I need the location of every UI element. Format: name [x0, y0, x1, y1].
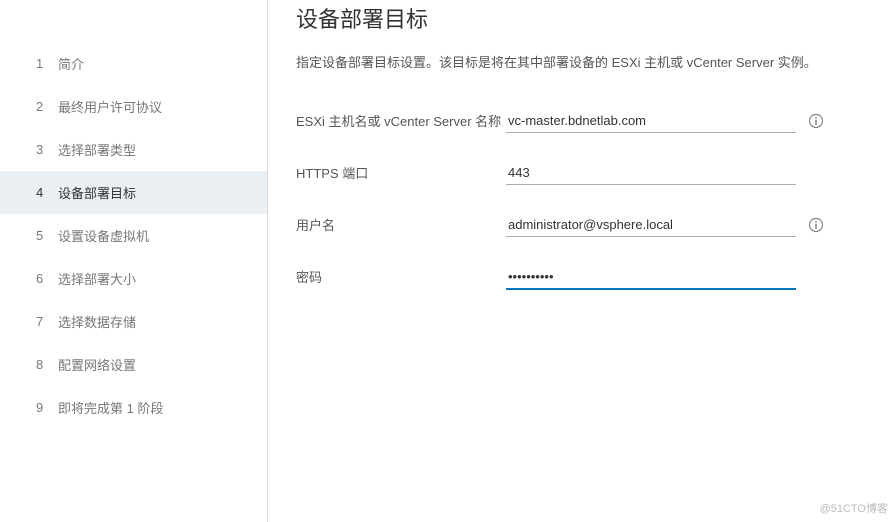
step-num: 5 [36, 228, 58, 243]
step-3[interactable]: 3 选择部署类型 [0, 128, 267, 171]
wizard-container: 1 简介 2 最终用户许可协议 3 选择部署类型 4 设备部署目标 5 设置设备… [0, 0, 894, 522]
step-7[interactable]: 7 选择数据存储 [0, 300, 267, 343]
step-1[interactable]: 1 简介 [0, 42, 267, 85]
step-4[interactable]: 4 设备部署目标 [0, 171, 267, 214]
step-num: 4 [36, 185, 58, 200]
step-label: 选择部署大小 [58, 269, 136, 288]
step-num: 1 [36, 56, 58, 71]
password-input[interactable] [506, 265, 796, 290]
step-9[interactable]: 9 即将完成第 1 阶段 [0, 386, 267, 429]
step-label: 简介 [58, 54, 84, 73]
info-icon[interactable] [808, 113, 824, 129]
step-num: 9 [36, 400, 58, 415]
step-label: 选择部署类型 [58, 140, 136, 159]
host-label: ESXi 主机名或 vCenter Server 名称 [296, 109, 506, 132]
step-num: 3 [36, 142, 58, 157]
step-num: 8 [36, 357, 58, 372]
wizard-sidebar: 1 简介 2 最终用户许可协议 3 选择部署类型 4 设备部署目标 5 设置设备… [0, 0, 268, 522]
step-8[interactable]: 8 配置网络设置 [0, 343, 267, 386]
password-label: 密码 [296, 265, 506, 288]
step-5[interactable]: 5 设置设备虚拟机 [0, 214, 267, 257]
step-label: 最终用户许可协议 [58, 97, 162, 116]
user-label: 用户名 [296, 213, 506, 236]
row-user: 用户名 [296, 213, 866, 237]
step-label: 配置网络设置 [58, 355, 136, 374]
step-label: 设备部署目标 [58, 183, 136, 202]
step-num: 2 [36, 99, 58, 114]
step-num: 6 [36, 271, 58, 286]
page-title: 设备部署目标 [296, 2, 866, 34]
step-num: 7 [36, 314, 58, 329]
port-input[interactable] [506, 161, 796, 185]
page-description: 指定设备部署目标设置。该目标是将在其中部署设备的 ESXi 主机或 vCente… [296, 52, 866, 71]
info-icon[interactable] [808, 217, 824, 233]
port-label: HTTPS 端口 [296, 161, 506, 184]
user-input[interactable] [506, 213, 796, 237]
row-password: 密码 [296, 265, 866, 290]
step-label: 设置设备虚拟机 [58, 226, 149, 245]
step-label: 即将完成第 1 阶段 [58, 398, 163, 417]
step-2[interactable]: 2 最终用户许可协议 [0, 85, 267, 128]
row-port: HTTPS 端口 [296, 161, 866, 185]
watermark: @51CTO博客 [820, 500, 888, 516]
step-6[interactable]: 6 选择部署大小 [0, 257, 267, 300]
step-label: 选择数据存储 [58, 312, 136, 331]
row-host: ESXi 主机名或 vCenter Server 名称 [296, 109, 866, 133]
wizard-main: 设备部署目标 指定设备部署目标设置。该目标是将在其中部署设备的 ESXi 主机或… [268, 0, 894, 522]
host-input[interactable] [506, 109, 796, 133]
